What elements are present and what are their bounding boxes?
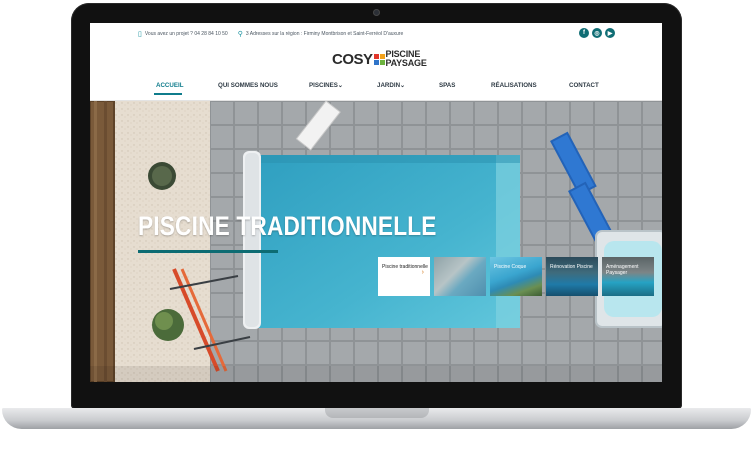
phone-text: Vous avez un projet ? 04 28 84 10 50 bbox=[144, 31, 228, 37]
top-contact-bar: ▯ Vous avez un projet ? 04 28 84 10 50 ⚲… bbox=[90, 23, 662, 45]
nav-qui-sommes-nous[interactable]: QUI SOMMES NOUS bbox=[218, 82, 278, 89]
nav-spas[interactable]: SPAS bbox=[439, 82, 455, 89]
map-pin-icon: ⚲ bbox=[237, 31, 243, 38]
phone-icon: ▯ bbox=[138, 31, 142, 38]
browser-screen: ▯ Vous avez un projet ? 04 28 84 10 50 ⚲… bbox=[90, 23, 662, 382]
social-links: f ◎ ▶ bbox=[579, 28, 615, 38]
slider-thumbnails: Piscine traditionnelle › Piscine Coque R… bbox=[378, 257, 654, 296]
nav-active-underline bbox=[154, 93, 182, 95]
thumb-label: Piscine Coque bbox=[494, 264, 527, 270]
phone-contact[interactable]: ▯ Vous avez un projet ? 04 28 84 10 50 bbox=[138, 30, 228, 38]
site-logo[interactable]: COSY PISCINE PAYSAGE bbox=[332, 48, 432, 70]
thumb-label: Aménagement Paysager bbox=[606, 264, 639, 276]
nav-jardin[interactable]: JARDIN⌄ bbox=[377, 82, 405, 89]
chevron-right-icon: › bbox=[421, 269, 424, 276]
hero-title-underline bbox=[138, 250, 278, 253]
nav-contact[interactable]: CONTACT bbox=[569, 82, 599, 89]
instagram-icon[interactable]: ◎ bbox=[592, 28, 602, 38]
logo-words: PISCINE PAYSAGE bbox=[386, 50, 427, 68]
hero-banner: PISCINE TRADITIONNELLE bbox=[90, 101, 662, 382]
thumb-piscine-traditionnelle[interactable]: Piscine traditionnelle › bbox=[378, 257, 430, 296]
facebook-icon[interactable]: f bbox=[579, 28, 589, 38]
nav-piscines[interactable]: PISCINES⌄ bbox=[309, 82, 343, 89]
address-text: 3 Adresses sur la région : Firminy Montb… bbox=[245, 31, 404, 37]
youtube-icon[interactable]: ▶ bbox=[605, 28, 615, 38]
logo-brand: COSY bbox=[332, 50, 373, 68]
logo-line-2: PAYSAGE bbox=[385, 58, 427, 68]
nav-accueil[interactable]: ACCUEIL bbox=[156, 82, 184, 89]
address-contact[interactable]: ⚲ 3 Adresses sur la région : Firminy Mon… bbox=[238, 30, 404, 38]
logo-mark-icon bbox=[373, 53, 385, 65]
hero-title: PISCINE TRADITIONNELLE bbox=[138, 211, 437, 241]
thumb-amenagement-paysager[interactable]: Aménagement Paysager bbox=[602, 257, 654, 296]
nav-realisations[interactable]: RÉALISATIONS bbox=[491, 82, 537, 89]
thumb-label: Rénovation Piscine bbox=[550, 264, 593, 270]
thumb-renovation-piscine[interactable]: Rénovation Piscine bbox=[546, 257, 598, 296]
laptop-notch bbox=[325, 408, 429, 418]
camera-icon bbox=[373, 9, 380, 16]
thumb-piscine-coque[interactable]: Piscine Coque bbox=[490, 257, 542, 296]
thumb-pool-view[interactable] bbox=[434, 257, 486, 296]
